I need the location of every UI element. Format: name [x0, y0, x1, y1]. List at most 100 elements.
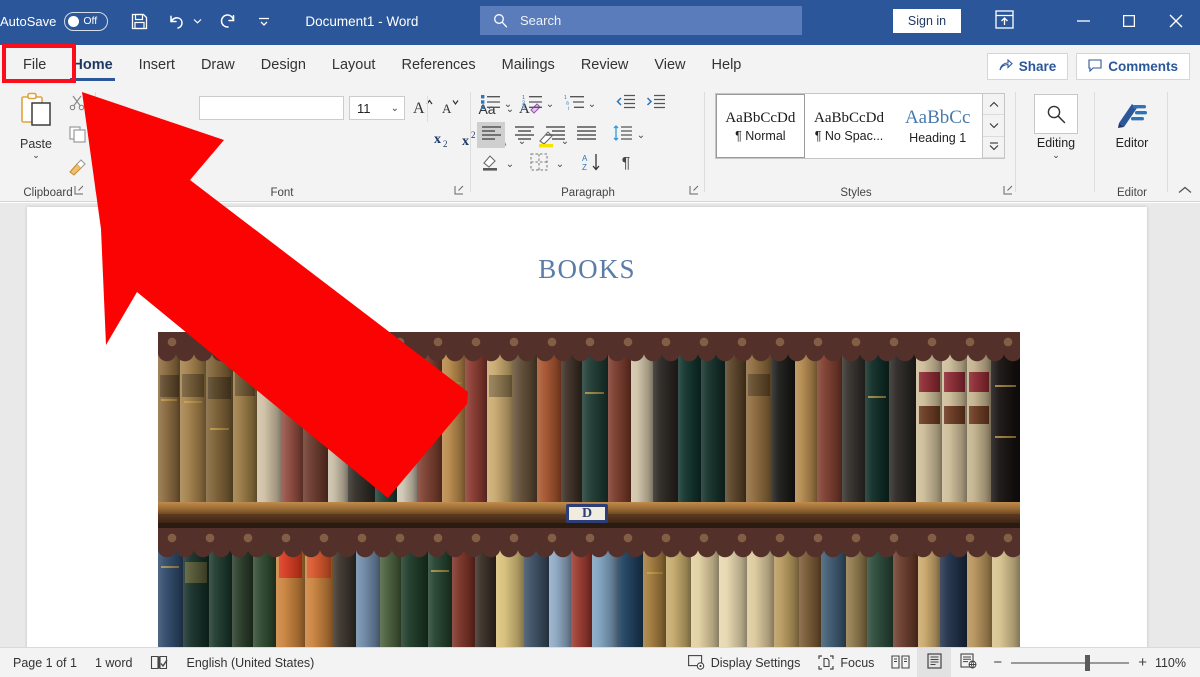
tab-mailings[interactable]: Mailings — [489, 46, 568, 84]
line-spacing-button[interactable] — [609, 122, 637, 148]
tab-review[interactable]: Review — [568, 46, 642, 84]
copy-button[interactable] — [64, 124, 90, 150]
svg-text:A: A — [582, 154, 588, 163]
tab-design[interactable]: Design — [248, 46, 319, 84]
minimize-icon[interactable] — [1060, 0, 1106, 42]
format-painter-button[interactable] — [64, 156, 90, 182]
paste-button[interactable]: Paste ⌄ — [12, 92, 60, 160]
borders-button[interactable] — [526, 152, 552, 176]
tab-file[interactable]: File — [10, 46, 59, 84]
tab-references[interactable]: References — [388, 46, 488, 84]
align-right-button[interactable] — [541, 122, 569, 148]
cut-button[interactable] — [64, 92, 90, 118]
comments-button[interactable]: Comments — [1076, 53, 1190, 80]
bullets-icon — [481, 94, 501, 115]
font-name-input[interactable] — [199, 96, 344, 120]
sort-button[interactable]: AZ — [579, 152, 605, 176]
display-settings-button[interactable]: Display Settings — [679, 648, 810, 677]
zoom-out-button[interactable]: − — [993, 654, 1002, 671]
undo-icon[interactable] — [164, 6, 190, 36]
align-right-icon — [545, 125, 565, 145]
tab-help[interactable]: Help — [699, 46, 755, 84]
sign-in-button[interactable]: Sign in — [893, 9, 961, 33]
styles-scroll-down-button[interactable] — [983, 115, 1004, 137]
zoom-track[interactable] — [1011, 654, 1130, 671]
style-item-heading-1[interactable]: AaBbCc Heading 1 — [893, 94, 982, 158]
shading-button[interactable] — [478, 152, 504, 176]
bullets-caret-icon[interactable]: ⌄ — [502, 92, 514, 116]
shelf-label-plate: D — [566, 504, 608, 523]
styles-scroll-up-button[interactable] — [983, 94, 1004, 116]
editor-button[interactable]: Editor — [1101, 94, 1163, 150]
clipboard-dialog-launcher[interactable] — [74, 185, 86, 197]
show-formatting-marks-button[interactable]: ¶ — [613, 152, 639, 176]
bullets-button[interactable] — [478, 92, 504, 116]
tab-view[interactable]: View — [641, 46, 698, 84]
decrease-indent-button[interactable] — [613, 92, 639, 116]
maximize-icon[interactable] — [1106, 0, 1152, 42]
tab-draw[interactable]: Draw — [188, 46, 248, 84]
increase-indent-button[interactable] — [643, 92, 669, 116]
shading-caret-icon[interactable]: ⌄ — [504, 152, 516, 176]
autosave-toggle-knob — [68, 15, 80, 27]
multilevel-list-button[interactable]: 1ai — [561, 92, 587, 116]
ribbon-display-options-icon[interactable] — [995, 10, 1014, 32]
editing-button[interactable]: Editing ⌄ — [1025, 94, 1087, 161]
page-number-indicator[interactable]: Page 1 of 1 — [4, 648, 86, 677]
zoom-slider[interactable]: − + — [993, 654, 1147, 671]
word-count-indicator[interactable]: 1 word — [86, 648, 142, 677]
styles-dialog-launcher[interactable] — [1003, 185, 1015, 197]
subscript-button[interactable]: x2 — [431, 128, 457, 154]
font-dialog-launcher[interactable] — [454, 185, 466, 197]
bookshelf-photo[interactable]: D — [158, 332, 1020, 647]
share-button[interactable]: Share — [986, 53, 1069, 80]
multilevel-caret-icon[interactable]: ⌄ — [586, 92, 598, 116]
tab-layout[interactable]: Layout — [319, 46, 389, 84]
multilevel-list-icon: 1ai — [564, 94, 585, 115]
save-icon[interactable] — [124, 6, 154, 36]
editor-pen-icon — [1110, 94, 1154, 134]
align-center-button[interactable] — [510, 122, 538, 148]
grow-font-button[interactable]: A — [410, 96, 436, 122]
web-layout-button[interactable] — [951, 648, 985, 677]
document-canvas[interactable]: BOOKS D — [0, 203, 1200, 647]
style-item-normal[interactable]: AaBbCcDd ¶ Normal — [716, 94, 805, 158]
customize-quick-access-toolbar-icon[interactable] — [253, 6, 275, 36]
zoom-thumb[interactable] — [1085, 654, 1091, 671]
autosave-toggle[interactable]: Off — [64, 11, 109, 31]
group-label-editor: Editor — [1116, 187, 1148, 199]
shrink-font-button[interactable]: A — [438, 96, 464, 122]
tab-insert[interactable]: Insert — [126, 46, 188, 84]
redo-icon[interactable] — [215, 6, 241, 36]
paragraph-dialog-launcher[interactable] — [689, 185, 701, 197]
numbering-caret-icon[interactable]: ⌄ — [544, 92, 556, 116]
read-mode-button[interactable] — [883, 648, 917, 677]
paste-dropdown-caret-icon[interactable]: ⌄ — [32, 151, 40, 160]
style-name: Heading 1 — [909, 131, 967, 145]
editing-caret-icon[interactable]: ⌄ — [1052, 150, 1060, 161]
focus-button[interactable]: Focus — [809, 648, 883, 677]
collapse-ribbon-button[interactable] — [1178, 183, 1192, 197]
search-box[interactable]: Search — [480, 6, 802, 35]
shrink-font-icon: A — [442, 98, 460, 120]
font-size-caret-icon[interactable]: ⌄ — [391, 103, 399, 114]
language-indicator[interactable]: English (United States) — [177, 648, 323, 677]
close-icon[interactable] — [1153, 0, 1199, 42]
justify-button[interactable] — [572, 122, 600, 148]
numbering-button[interactable]: 123 — [519, 92, 545, 116]
styles-more-button[interactable] — [983, 137, 1004, 158]
borders-caret-icon[interactable]: ⌄ — [554, 152, 566, 176]
document-page[interactable]: BOOKS D — [27, 207, 1147, 647]
print-layout-button[interactable] — [917, 647, 952, 677]
style-item-no-spacing[interactable]: AaBbCcDd ¶ No Spac... — [805, 94, 894, 158]
style-name: ¶ Normal — [735, 128, 786, 143]
font-size-input[interactable]: 11 ⌄ — [349, 96, 405, 120]
undo-dropdown-caret-icon[interactable] — [191, 6, 203, 36]
zoom-level-label[interactable]: 110% — [1155, 656, 1186, 670]
tab-home[interactable]: Home — [59, 46, 125, 84]
align-left-button[interactable] — [477, 122, 505, 148]
zoom-in-button[interactable]: + — [1138, 654, 1147, 671]
copy-icon — [68, 126, 86, 148]
line-spacing-caret-icon[interactable]: ⌄ — [635, 122, 647, 148]
proofing-errors-icon[interactable] — [141, 648, 177, 677]
